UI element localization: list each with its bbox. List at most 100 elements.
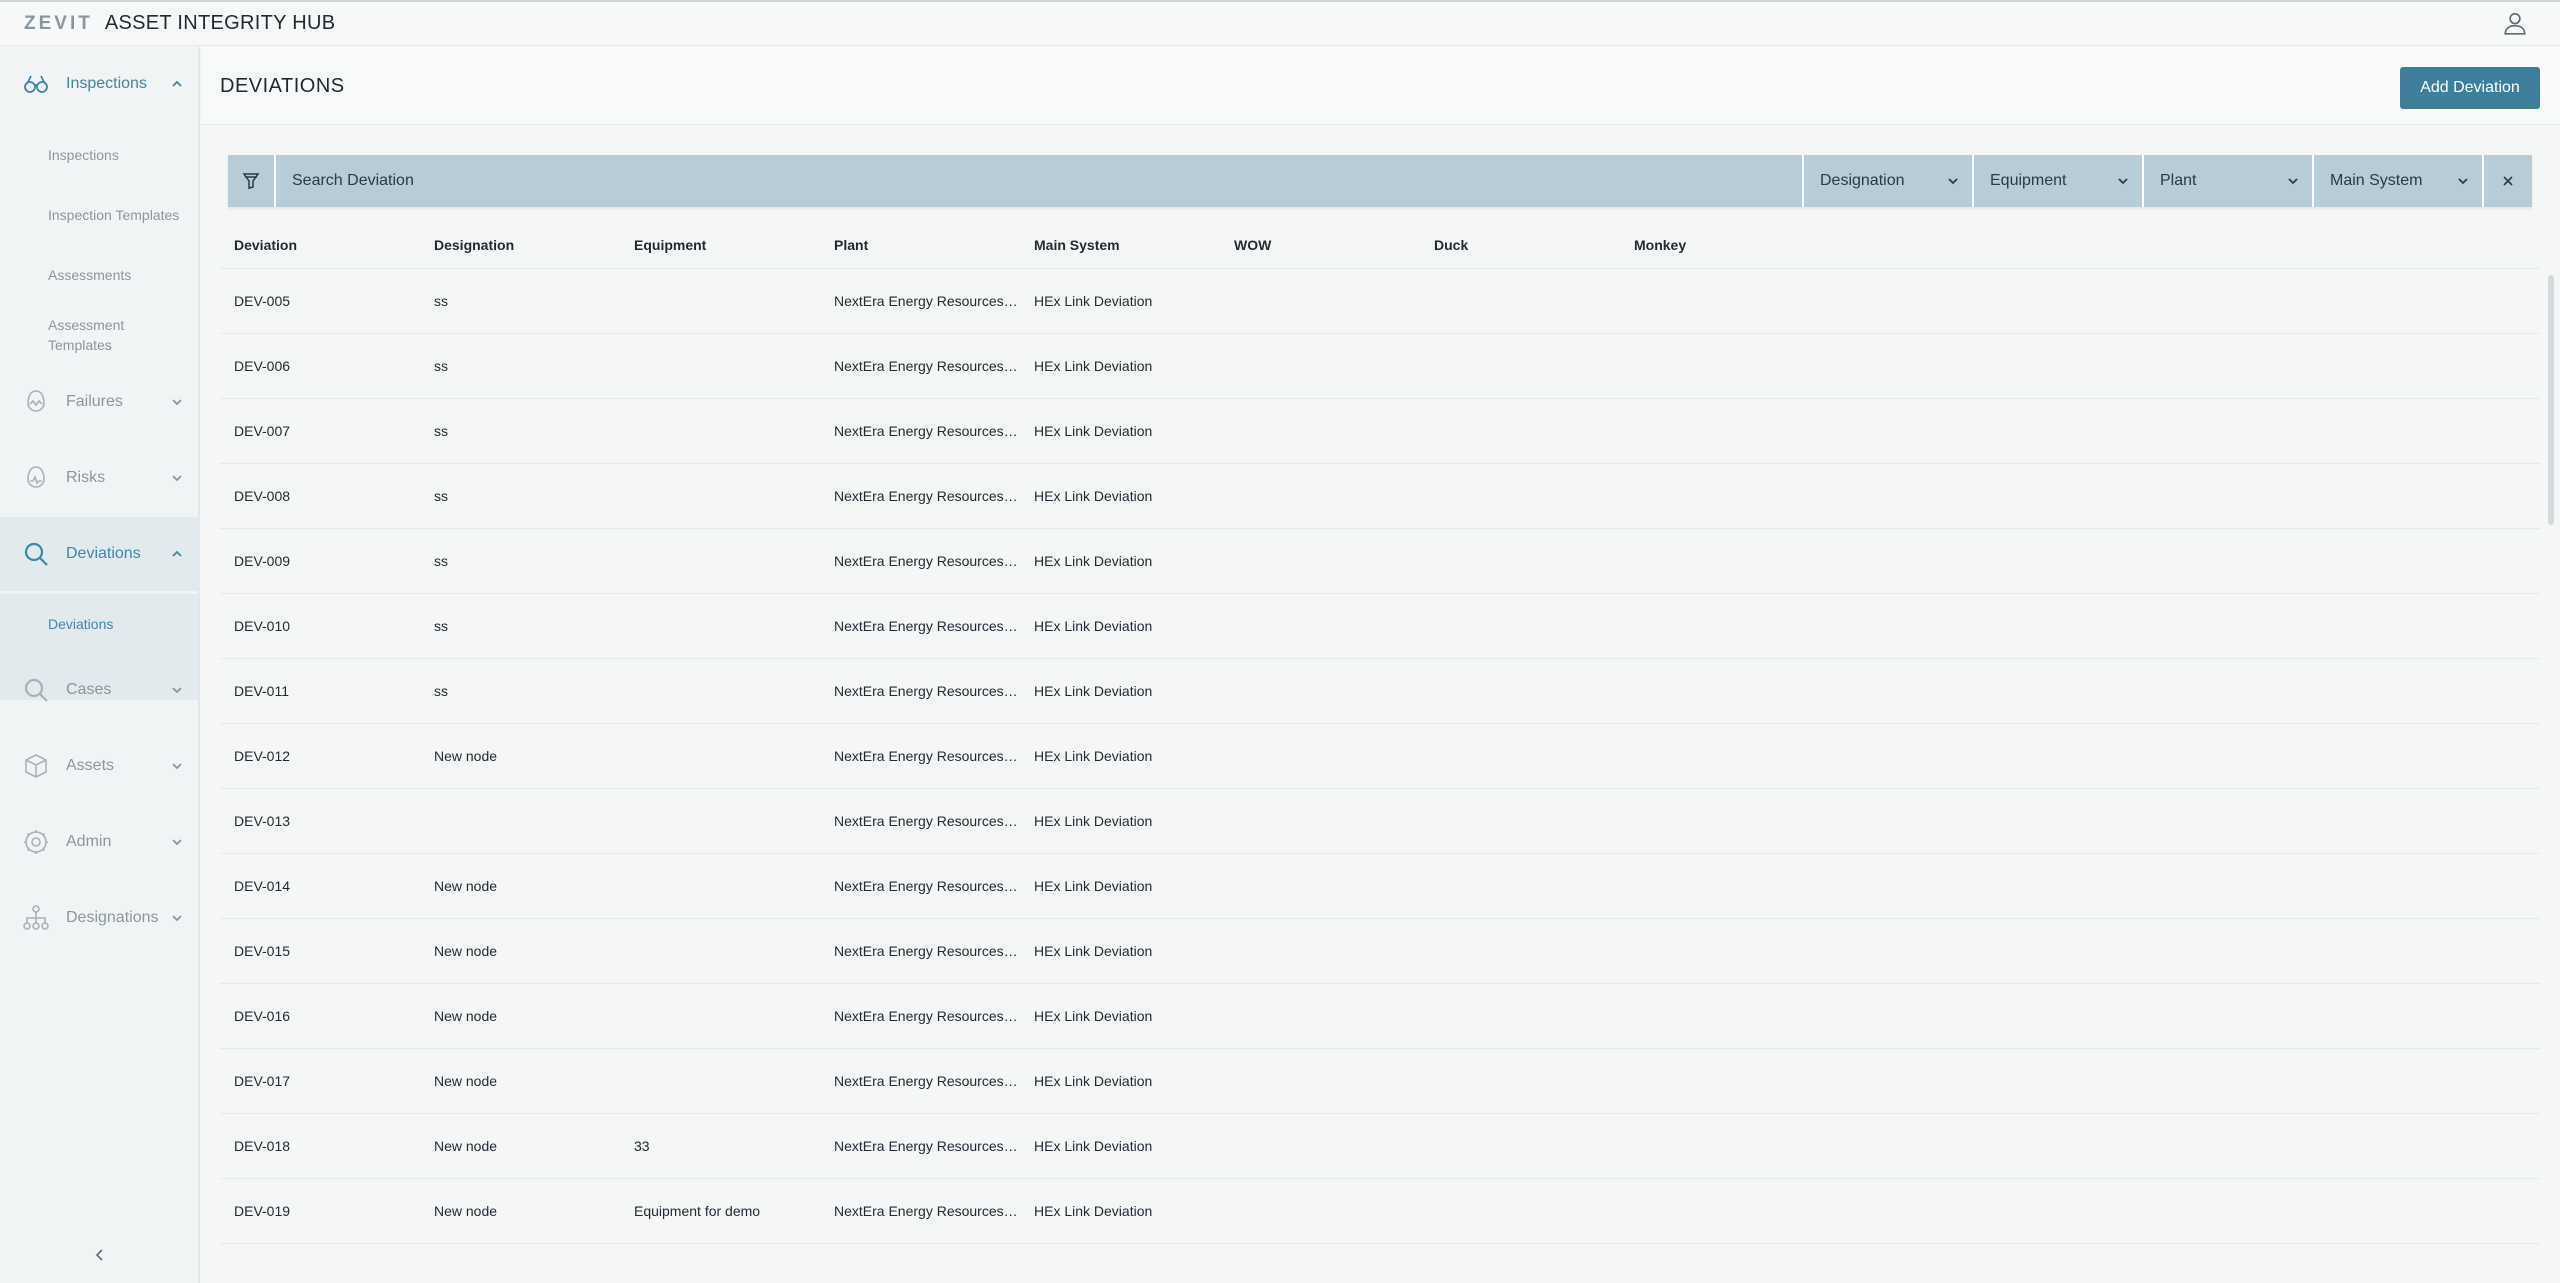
failures-icon <box>27 390 45 412</box>
table-row[interactable]: DEV-017 New node NextEra Energy Resources'… <box>220 1049 2540 1114</box>
chevron-down-icon <box>172 399 182 406</box>
table-cell: New node <box>434 1073 498 1089</box>
table-row[interactable]: DEV-007 ss NextEra Energy Resources' ... HE… <box>220 399 2540 464</box>
sidebar-label-designations: Designations <box>66 909 159 926</box>
app-title: ASSET INTEGRITY HUB <box>104 12 336 34</box>
table-cell: ss <box>434 553 448 569</box>
table-cell: DEV-018 <box>234 1138 291 1154</box>
table-row[interactable]: DEV-013 NextEra Energy Resources' ... HEx … <box>220 789 2540 854</box>
column-header-plant[interactable]: Plant <box>820 237 1020 253</box>
filter-bar: Search Deviation Designation Equipment P… <box>228 155 2532 207</box>
table-body: DEV-005 ss NextEra Energy Resources' ... HE… <box>220 269 2540 1244</box>
table-row[interactable]: DEV-012 New node NextEra Energy Resources'… <box>220 724 2540 789</box>
table-row[interactable]: DEV-009 ss NextEra Energy Resources' ... HE… <box>220 529 2540 594</box>
table-scrollbar[interactable] <box>2548 275 2554 525</box>
deviations-table: Deviation Designation Equipment Plant Ma… <box>220 221 2540 1244</box>
sidebar-group-inspections[interactable]: Inspections <box>0 47 200 121</box>
column-header-equipment[interactable]: Equipment <box>620 237 820 253</box>
sidebar-group-assets[interactable]: Assets <box>0 729 200 803</box>
table-cell: NextEra Energy Resources' ... <box>834 1203 1020 1219</box>
sidebar-item-assessment-templates-line2[interactable]: Templates <box>48 335 112 355</box>
table-cell: NextEra Energy Resources' ... <box>834 943 1020 959</box>
add-deviation-button[interactable]: Add Deviation <box>2400 67 2540 109</box>
sidebar-group-failures[interactable]: Failures <box>0 365 200 439</box>
table-cell: NextEra Energy Resources' ... <box>834 358 1020 374</box>
column-header-deviation[interactable]: Deviation <box>220 237 420 253</box>
sidebar: Inspections Inspections Inspection Templ… <box>0 47 200 1283</box>
main-system-filter-label: Main System <box>2330 172 2423 189</box>
table-cell: ss <box>434 293 448 309</box>
column-header-monkey[interactable]: Monkey <box>1620 237 1820 253</box>
column-header-designation[interactable]: Designation <box>420 237 620 253</box>
column-header-main-system[interactable]: Main System <box>1020 237 1220 253</box>
search-input[interactable]: Search Deviation <box>276 155 1804 207</box>
equipment-filter-dropdown[interactable]: Equipment <box>1974 155 2144 207</box>
table-cell: DEV-010 <box>234 618 291 634</box>
table-row[interactable]: DEV-015 New node NextEra Energy Resources'… <box>220 919 2540 984</box>
table-row[interactable]: DEV-006 ss NextEra Energy Resources' ... HE… <box>220 334 2540 399</box>
table-cell: NextEra Energy Resources' ... <box>834 488 1020 504</box>
filter-toggle[interactable] <box>228 155 276 207</box>
table-cell: New node <box>434 878 498 894</box>
table-cell: NextEra Energy Resources' ... <box>834 878 1020 894</box>
table-row[interactable]: DEV-018 New node 33 NextEra Energy Resource… <box>220 1114 2540 1179</box>
chevron-down-icon <box>2458 178 2468 185</box>
sidebar-label-deviations: Deviations <box>66 545 141 562</box>
chevron-down-icon <box>172 475 182 482</box>
sidebar-item-deviations[interactable]: Deviations <box>48 614 113 634</box>
table-cell: ss <box>434 358 448 374</box>
sidebar-item-assessment-templates[interactable]: Assessment <box>48 315 124 335</box>
table-cell: NextEra Energy Resources' ... <box>834 1008 1020 1024</box>
designation-filter-label: Designation <box>1820 172 1905 189</box>
table-row[interactable]: DEV-011 ss NextEra Energy Resources' ... HE… <box>220 659 2540 724</box>
main-content: DEVIATIONS Add Deviation Search Deviatio… <box>202 47 2560 1283</box>
table-row[interactable]: DEV-008 ss NextEra Energy Resources' ... HE… <box>220 464 2540 529</box>
gear-icon <box>24 830 48 854</box>
table-row[interactable]: DEV-014 New node NextEra Energy Resources'… <box>220 854 2540 919</box>
brand-logo: ZEVIT <box>24 12 93 34</box>
table-cell: HEx Link Deviation <box>1034 1073 1153 1089</box>
table-cell: HEx Link Deviation <box>1034 813 1153 829</box>
table-cell: DEV-012 <box>234 748 291 764</box>
table-cell: New node <box>434 1008 498 1024</box>
table-cell: DEV-016 <box>234 1008 291 1024</box>
sidebar-group-admin[interactable]: Admin <box>0 805 200 879</box>
table-cell: DEV-013 <box>234 813 291 829</box>
sidebar-label-cases: Cases <box>66 681 112 698</box>
collapse-sidebar-icon[interactable] <box>92 1247 108 1263</box>
plant-filter-dropdown[interactable]: Plant <box>2144 155 2314 207</box>
column-header-duck[interactable]: Duck <box>1420 237 1620 253</box>
sidebar-group-deviations[interactable]: Deviations <box>0 517 200 591</box>
table-cell: DEV-005 <box>234 293 291 309</box>
table-row[interactable]: DEV-005 ss NextEra Energy Resources' ... HE… <box>220 269 2540 334</box>
designation-filter-dropdown[interactable]: Designation <box>1804 155 1974 207</box>
table-cell: HEx Link Deviation <box>1034 618 1153 634</box>
table-row[interactable]: DEV-016 New node NextEra Energy Resources'… <box>220 984 2540 1049</box>
hierarchy-icon <box>23 905 49 930</box>
sidebar-label-admin: Admin <box>66 833 112 850</box>
main-system-filter-dropdown[interactable]: Main System <box>2314 155 2484 207</box>
clear-filters-button[interactable] <box>2484 155 2532 207</box>
table-row[interactable]: DEV-010 ss NextEra Energy Resources' ... HE… <box>220 594 2540 659</box>
column-header-wow[interactable]: WOW <box>1220 237 1420 253</box>
table-cell: New node <box>434 1203 498 1219</box>
sidebar-item-inspections[interactable]: Inspections <box>48 145 119 165</box>
table-cell: NextEra Energy Resources' ... <box>834 553 1020 569</box>
table-cell: HEx Link Deviation <box>1034 1203 1153 1219</box>
table-cell: ss <box>434 488 448 504</box>
user-icon[interactable] <box>2502 10 2528 36</box>
table-cell: DEV-019 <box>234 1203 291 1219</box>
sidebar-item-inspection-templates[interactable]: Inspection Templates <box>48 205 179 225</box>
risks-icon <box>27 466 45 488</box>
table-cell: NextEra Energy Resources' ... <box>834 293 1020 309</box>
sidebar-item-assessments[interactable]: Assessments <box>48 265 131 285</box>
sidebar-group-designations[interactable]: Designations <box>0 881 200 955</box>
search-icon <box>24 542 48 566</box>
table-cell: ss <box>434 423 448 439</box>
plant-filter-label: Plant <box>2160 172 2197 189</box>
table-row[interactable]: DEV-019 New node Equipment for demo NextEra… <box>220 1179 2540 1244</box>
chevron-down-icon <box>172 915 182 922</box>
table-cell: DEV-006 <box>234 358 291 374</box>
sidebar-group-risks[interactable]: Risks <box>0 441 200 515</box>
sidebar-group-cases[interactable]: Cases <box>0 653 200 727</box>
